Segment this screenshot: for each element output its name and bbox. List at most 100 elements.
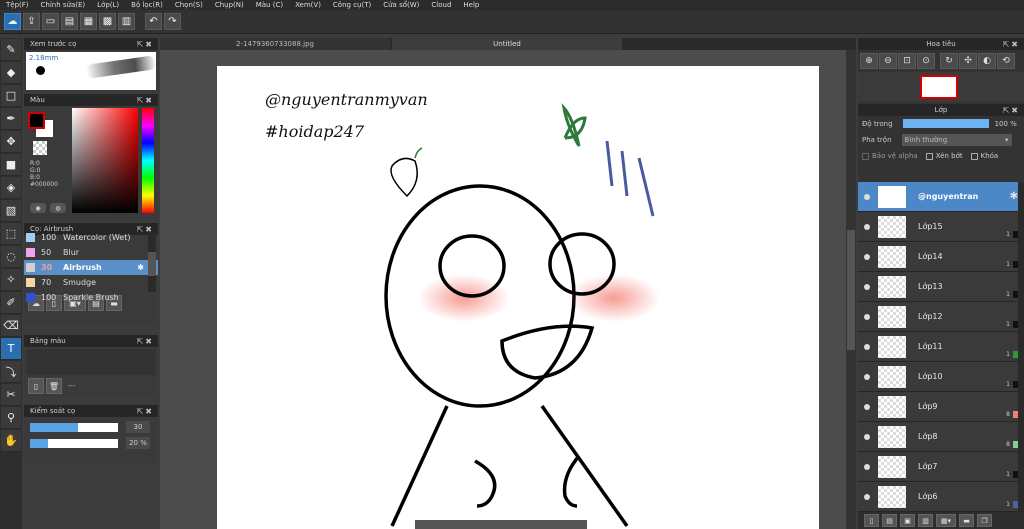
- hue-slider[interactable]: [142, 108, 154, 213]
- menu-layer[interactable]: Lớp(L): [97, 1, 119, 9]
- rectangle-tool-icon[interactable]: □: [1, 85, 21, 107]
- brush-size-value[interactable]: 30: [126, 421, 150, 433]
- panel-controls-icon[interactable]: ⇱✖: [137, 40, 154, 49]
- menu-help[interactable]: Help: [463, 1, 479, 9]
- text-tool-icon[interactable]: T: [1, 338, 21, 360]
- foreground-color-swatch[interactable]: [28, 112, 45, 129]
- hand-tool-icon[interactable]: ✋: [1, 430, 21, 452]
- brush-item-smudge[interactable]: 70 Smudge: [24, 275, 158, 290]
- brush-size-slider[interactable]: [30, 422, 118, 432]
- comment-icon[interactable]: ▭: [42, 13, 59, 30]
- layer-list-scrollbar[interactable]: [1018, 182, 1024, 512]
- menu-color[interactable]: Màu (C): [256, 1, 283, 9]
- cloud-icon[interactable]: ☁: [4, 13, 21, 30]
- select-rect-tool-icon[interactable]: ⬚: [1, 223, 21, 245]
- layer-item[interactable]: Lớp14 1: [858, 242, 1024, 272]
- color-picker-icon[interactable]: ◍: [50, 203, 66, 213]
- visibility-eye-icon[interactable]: [864, 343, 870, 350]
- eyedropper-tool-icon[interactable]: ⚲: [1, 407, 21, 429]
- brush-opacity-value[interactable]: 20 %: [126, 437, 150, 449]
- blend-mode-select[interactable]: Bình thường ▾: [901, 134, 1012, 146]
- layer-item[interactable]: Lớp15 1: [858, 212, 1024, 242]
- layer-item[interactable]: Lớp9 8: [858, 392, 1024, 422]
- visibility-eye-icon[interactable]: [864, 373, 870, 380]
- new-layer-icon[interactable]: ▯: [864, 514, 879, 527]
- layer-item[interactable]: Lớp7 1: [858, 452, 1024, 482]
- visibility-eye-icon[interactable]: [864, 403, 870, 410]
- settings-gear-icon[interactable]: ✱: [1010, 191, 1018, 202]
- palette-swatches[interactable]: [26, 349, 156, 375]
- layer-folder-icon[interactable]: ▬: [959, 514, 974, 527]
- brush-item-watercolor[interactable]: 100 Watercolor (Wet): [24, 230, 158, 245]
- menu-capture[interactable]: Chụp(N): [215, 1, 244, 9]
- lasso-tool-icon[interactable]: ◌: [1, 246, 21, 268]
- layer-item[interactable]: Lớp11 1: [858, 332, 1024, 362]
- zoom-in-icon[interactable]: ⊕: [860, 53, 878, 69]
- grid-icon[interactable]: ▩: [99, 13, 116, 30]
- chat-icon[interactable]: ▤: [61, 13, 78, 30]
- undo-icon[interactable]: ↶: [145, 13, 162, 30]
- brush-item-airbrush[interactable]: 30 Airbrush ✱: [24, 260, 158, 275]
- panel-controls-icon[interactable]: ⇱✖: [137, 96, 154, 105]
- pen-tool-icon[interactable]: ✒: [1, 108, 21, 130]
- visibility-eye-icon[interactable]: [864, 463, 870, 470]
- magic-wand-tool-icon[interactable]: ✧: [1, 269, 21, 291]
- visibility-eye-icon[interactable]: [864, 313, 870, 320]
- menu-file[interactable]: Tệp(F): [6, 1, 29, 9]
- menu-view[interactable]: Xem(V): [295, 1, 321, 9]
- menu-edit[interactable]: Chỉnh sửa(E): [41, 1, 86, 9]
- layer-opacity-slider[interactable]: [902, 119, 989, 128]
- layer-item[interactable]: @nguyentran ✱: [858, 182, 1024, 212]
- panel-controls-icon[interactable]: ⇱✖: [137, 337, 154, 346]
- clip-checkbox[interactable]: [925, 152, 933, 160]
- menu-cloud[interactable]: Cloud: [431, 1, 451, 9]
- drawing-canvas[interactable]: @nguyentranmyvan #hoidap247: [217, 66, 819, 529]
- brush-item-blur[interactable]: 50 Blur: [24, 245, 158, 260]
- new-halftone-layer-icon[interactable]: ▤: [882, 514, 897, 527]
- protect-alpha-checkbox[interactable]: [862, 152, 869, 160]
- rotate-reset-icon[interactable]: ⟲: [997, 53, 1015, 69]
- divide-tool-icon[interactable]: ✂: [1, 384, 21, 406]
- fit-screen-icon[interactable]: ⊡: [898, 53, 916, 69]
- visibility-eye-icon[interactable]: [864, 493, 870, 500]
- layer-duplicate-icon[interactable]: ❐: [977, 514, 992, 527]
- menu-window[interactable]: Cửa sổ(W): [383, 1, 419, 9]
- delete-palette-icon[interactable]: 🗑: [46, 378, 62, 394]
- saturation-value-picker[interactable]: [72, 108, 138, 213]
- columns-icon[interactable]: ▥: [118, 13, 135, 30]
- layer-item[interactable]: Lớp8 8: [858, 422, 1024, 452]
- operation-tool-icon[interactable]: ⤵: [1, 361, 21, 383]
- layer-item[interactable]: Lớp12 1: [858, 302, 1024, 332]
- zoom-out-icon[interactable]: ⊖: [879, 53, 897, 69]
- menu-tools[interactable]: Công cụ(T): [333, 1, 371, 9]
- eraser-tool-icon[interactable]: ◆: [1, 62, 21, 84]
- move-tool-icon[interactable]: ✥: [1, 131, 21, 153]
- visibility-eye-icon[interactable]: [864, 433, 870, 440]
- panel-controls-icon[interactable]: ⇱✖: [137, 407, 154, 416]
- brush-item-sparkle[interactable]: 100 Sparkle Brush: [24, 290, 158, 305]
- layer-item[interactable]: Lớp6 1: [858, 482, 1024, 512]
- select-pen-tool-icon[interactable]: ✐: [1, 292, 21, 314]
- canvas-vertical-scrollbar[interactable]: [846, 50, 856, 529]
- lock-checkbox[interactable]: [970, 152, 978, 160]
- layer-item[interactable]: Lớp13 1: [858, 272, 1024, 302]
- menu-select[interactable]: Chọn(S): [175, 1, 203, 9]
- tab-untitled[interactable]: Untitled: [392, 38, 622, 50]
- canvas-horizontal-scrollbar[interactable]: [415, 520, 587, 529]
- zoom-reset-icon[interactable]: ⊙: [917, 53, 935, 69]
- rotate-icon[interactable]: ↻: [940, 53, 958, 69]
- fit-icon[interactable]: ✣: [959, 53, 977, 69]
- layer-item[interactable]: Lớp10 1: [858, 362, 1024, 392]
- brush-list-scrollbar[interactable]: [148, 232, 156, 292]
- select-eraser-tool-icon[interactable]: ⌫: [1, 315, 21, 337]
- brush-opacity-slider[interactable]: [30, 438, 118, 448]
- visibility-eye-icon[interactable]: [864, 223, 870, 230]
- color-mode-icon[interactable]: ◉: [30, 203, 46, 213]
- settings-gear-icon[interactable]: ✱: [137, 263, 144, 272]
- layer-copy-icon[interactable]: ▥: [918, 514, 933, 527]
- tab-image-file[interactable]: 2-1479360733088.jpg: [160, 38, 390, 50]
- share-icon[interactable]: ⇪: [23, 13, 40, 30]
- gradient-tool-icon[interactable]: ▧: [1, 200, 21, 222]
- new-palette-icon[interactable]: ▯: [28, 378, 44, 394]
- visibility-eye-icon[interactable]: [864, 283, 870, 290]
